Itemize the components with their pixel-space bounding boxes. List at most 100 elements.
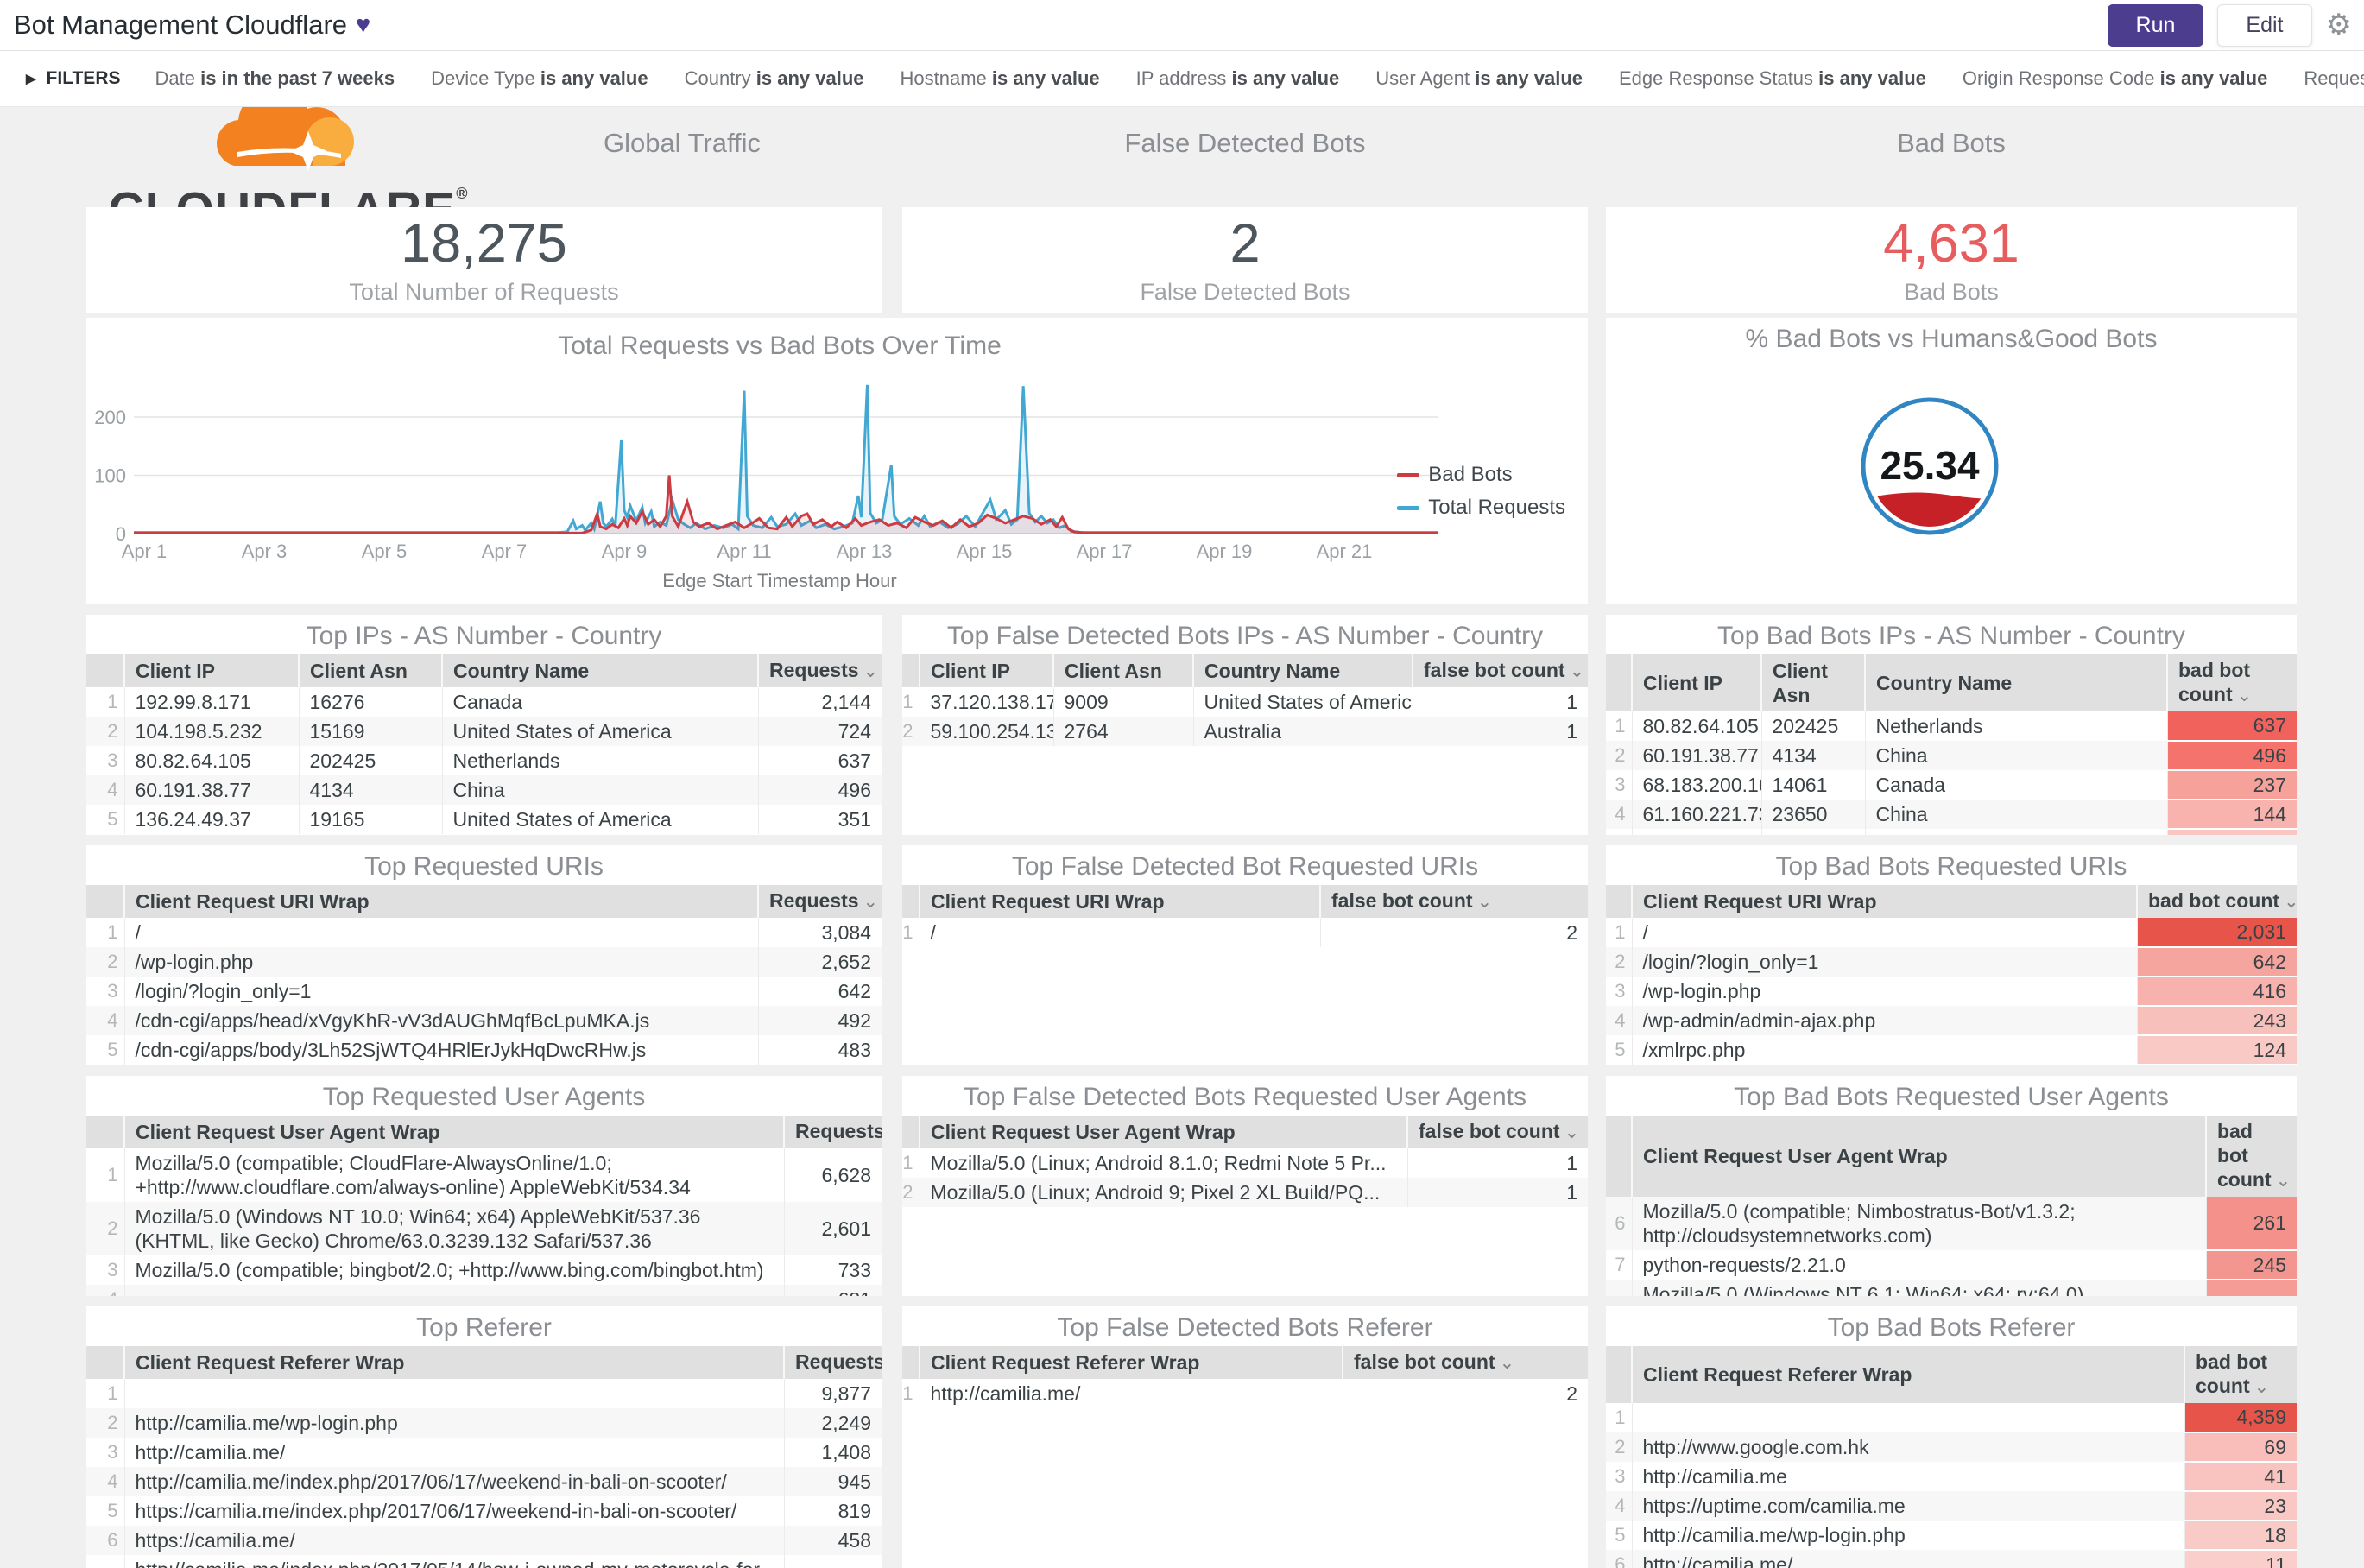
- value-cell[interactable]: 2,249: [783, 1408, 882, 1438]
- table-cell[interactable]: United States of America: [441, 805, 758, 834]
- column-header[interactable]: Client Request URI Wrap: [1631, 885, 2137, 918]
- table-cell[interactable]: 60.191.38.77: [123, 775, 299, 805]
- column-header[interactable]: Client Request User Agent Wrap: [123, 1116, 784, 1148]
- column-header[interactable]: bad bot count ⌄: [2136, 885, 2297, 918]
- value-cell[interactable]: 237: [2166, 770, 2297, 800]
- value-cell[interactable]: 1,408: [783, 1438, 882, 1467]
- value-cell[interactable]: 642: [2136, 947, 2297, 977]
- value-cell[interactable]: 642: [757, 977, 882, 1006]
- value-cell[interactable]: 284: [783, 1555, 882, 1568]
- filter-item[interactable]: Date is in the past 7 weeks: [155, 67, 395, 90]
- value-cell[interactable]: 132: [2166, 829, 2297, 835]
- value-cell[interactable]: 351: [757, 805, 882, 834]
- column-header[interactable]: Country Name: [1192, 654, 1413, 687]
- table-cell[interactable]: 104.198.5.232: [123, 717, 299, 746]
- table-cell[interactable]: /xmlrpc.php: [1631, 1035, 2137, 1065]
- column-header[interactable]: bad bot count ⌄: [2166, 654, 2297, 711]
- value-cell[interactable]: 2,652: [757, 947, 882, 977]
- value-cell[interactable]: 41: [2184, 1462, 2297, 1492]
- value-cell[interactable]: 416: [2136, 977, 2297, 1007]
- filter-item[interactable]: Origin Response Code is any value: [1963, 67, 2267, 90]
- edit-button[interactable]: Edit: [2217, 3, 2312, 47]
- table-cell[interactable]: China: [441, 775, 758, 805]
- column-header[interactable]: Client IP: [919, 654, 1053, 687]
- value-cell[interactable]: 144: [2166, 800, 2297, 830]
- table-cell[interactable]: [123, 1379, 784, 1408]
- table-cell[interactable]: China: [1864, 741, 2167, 770]
- value-cell[interactable]: 496: [757, 775, 882, 805]
- table-cell[interactable]: Canada: [1864, 770, 2167, 800]
- column-header[interactable]: false bot count ⌄: [1319, 885, 1588, 918]
- value-cell[interactable]: 2,031: [2136, 918, 2297, 948]
- value-cell[interactable]: 245: [2205, 1250, 2297, 1280]
- table-cell[interactable]: 2764: [1052, 717, 1193, 746]
- table-cell[interactable]: Mozilla/5.0 (compatible; bingbot/2.0; +h…: [123, 1255, 784, 1285]
- table-cell[interactable]: United States of America: [1192, 687, 1413, 717]
- table-cell[interactable]: /cdn-cgi/apps/head/xVgyKhR-vV3dAUGhMqfBc…: [123, 1006, 758, 1035]
- table-cell[interactable]: China: [1864, 829, 2167, 835]
- filter-item[interactable]: User Agent is any value: [1375, 67, 1583, 90]
- table-cell[interactable]: [123, 1285, 784, 1296]
- table-cell[interactable]: http://camilia.me/: [1631, 1550, 2184, 1568]
- table-cell[interactable]: 136.24.49.37: [123, 805, 299, 834]
- table-cell[interactable]: 202425: [1760, 711, 1865, 741]
- value-cell[interactable]: 11: [2184, 1550, 2297, 1568]
- value-cell[interactable]: 724: [757, 717, 882, 746]
- table-cell[interactable]: https://camilia.me/index.php/2017/06/17/…: [123, 1496, 784, 1526]
- table-cell[interactable]: Australia: [1192, 717, 1413, 746]
- value-cell[interactable]: 2: [1319, 918, 1588, 947]
- table-cell[interactable]: United States of America: [441, 717, 758, 746]
- table-cell[interactable]: /: [123, 918, 758, 947]
- value-cell[interactable]: 496: [2166, 741, 2297, 771]
- table-cell[interactable]: 80.82.64.105: [1631, 711, 1761, 741]
- value-cell[interactable]: 2,144: [757, 687, 882, 717]
- table-cell[interactable]: 44061: [1760, 829, 1865, 835]
- table-cell[interactable]: [1631, 1403, 2184, 1432]
- value-cell[interactable]: 69: [2184, 1432, 2297, 1463]
- value-cell[interactable]: 1: [1412, 717, 1588, 746]
- value-cell[interactable]: 681: [783, 1285, 882, 1296]
- table-cell[interactable]: https://uptime.com/camilia.me: [1631, 1491, 2184, 1521]
- column-header[interactable]: Client Request Referer Wrap: [123, 1346, 784, 1379]
- table-cell[interactable]: https://camilia.me/: [123, 1526, 784, 1555]
- value-cell[interactable]: 243: [2136, 1006, 2297, 1036]
- value-cell[interactable]: 458: [783, 1526, 882, 1555]
- value-cell[interactable]: 261: [2205, 1197, 2297, 1251]
- table-cell[interactable]: Canada: [441, 687, 758, 717]
- column-header[interactable]: bad bot count ⌄: [2205, 1116, 2297, 1197]
- table-cell[interactable]: /wp-login.php: [123, 947, 758, 977]
- value-cell[interactable]: 2: [1342, 1379, 1588, 1408]
- filter-item[interactable]: Device Type is any value: [431, 67, 648, 90]
- table-cell[interactable]: http://camilia.me/wp-login.php: [123, 1408, 784, 1438]
- column-header[interactable]: false bot count ⌄: [1412, 654, 1588, 687]
- table-cell[interactable]: 59.100.254.130: [919, 717, 1053, 746]
- legend-item[interactable]: Total Requests: [1397, 496, 1565, 520]
- value-cell[interactable]: 23: [2184, 1491, 2297, 1521]
- column-header[interactable]: Client Request Referer Wrap: [919, 1346, 1343, 1379]
- value-cell[interactable]: 2,601: [783, 1202, 882, 1255]
- table-cell[interactable]: http://camilia.me/: [123, 1438, 784, 1467]
- column-header[interactable]: false bot count ⌄: [1406, 1116, 1588, 1148]
- table-cell[interactable]: Mozilla/5.0 (Linux; Android 8.1.0; Redmi…: [919, 1148, 1407, 1178]
- table-cell[interactable]: 202425: [298, 746, 442, 775]
- table-cell[interactable]: python-requests/2.21.0: [1631, 1250, 2206, 1280]
- table-cell[interactable]: 192.99.8.171: [123, 687, 299, 717]
- settings-gear-icon[interactable]: ⚙: [2326, 10, 2352, 40]
- table-cell[interactable]: 19165: [298, 805, 442, 834]
- value-cell[interactable]: 215: [2205, 1280, 2297, 1296]
- table-cell[interactable]: Mozilla/5.0 (Windows NT 10.0; Win64; x64…: [123, 1202, 784, 1255]
- filter-item[interactable]: IP address is any value: [1136, 67, 1340, 90]
- table-cell[interactable]: /: [1631, 918, 2137, 947]
- table-cell[interactable]: Netherlands: [1864, 711, 2167, 741]
- table-cell[interactable]: Mozilla/5.0 (compatible; Nimbostratus-Bo…: [1631, 1197, 2206, 1250]
- column-header[interactable]: Client IP: [123, 654, 299, 687]
- table-cell[interactable]: 23650: [1760, 800, 1865, 829]
- table-cell[interactable]: Netherlands: [441, 746, 758, 775]
- value-cell[interactable]: 637: [757, 746, 882, 775]
- column-header[interactable]: Country Name: [1864, 654, 2167, 711]
- column-header[interactable]: false bot count ⌄: [1342, 1346, 1588, 1379]
- table-cell[interactable]: http://camilia.me/wp-login.php: [1631, 1521, 2184, 1550]
- column-header[interactable]: Requests⌄: [783, 1116, 882, 1148]
- timeseries-chart[interactable]: Total Requests vs Bad Bots Over Time0100…: [86, 318, 1588, 604]
- table-cell[interactable]: 4134: [298, 775, 442, 805]
